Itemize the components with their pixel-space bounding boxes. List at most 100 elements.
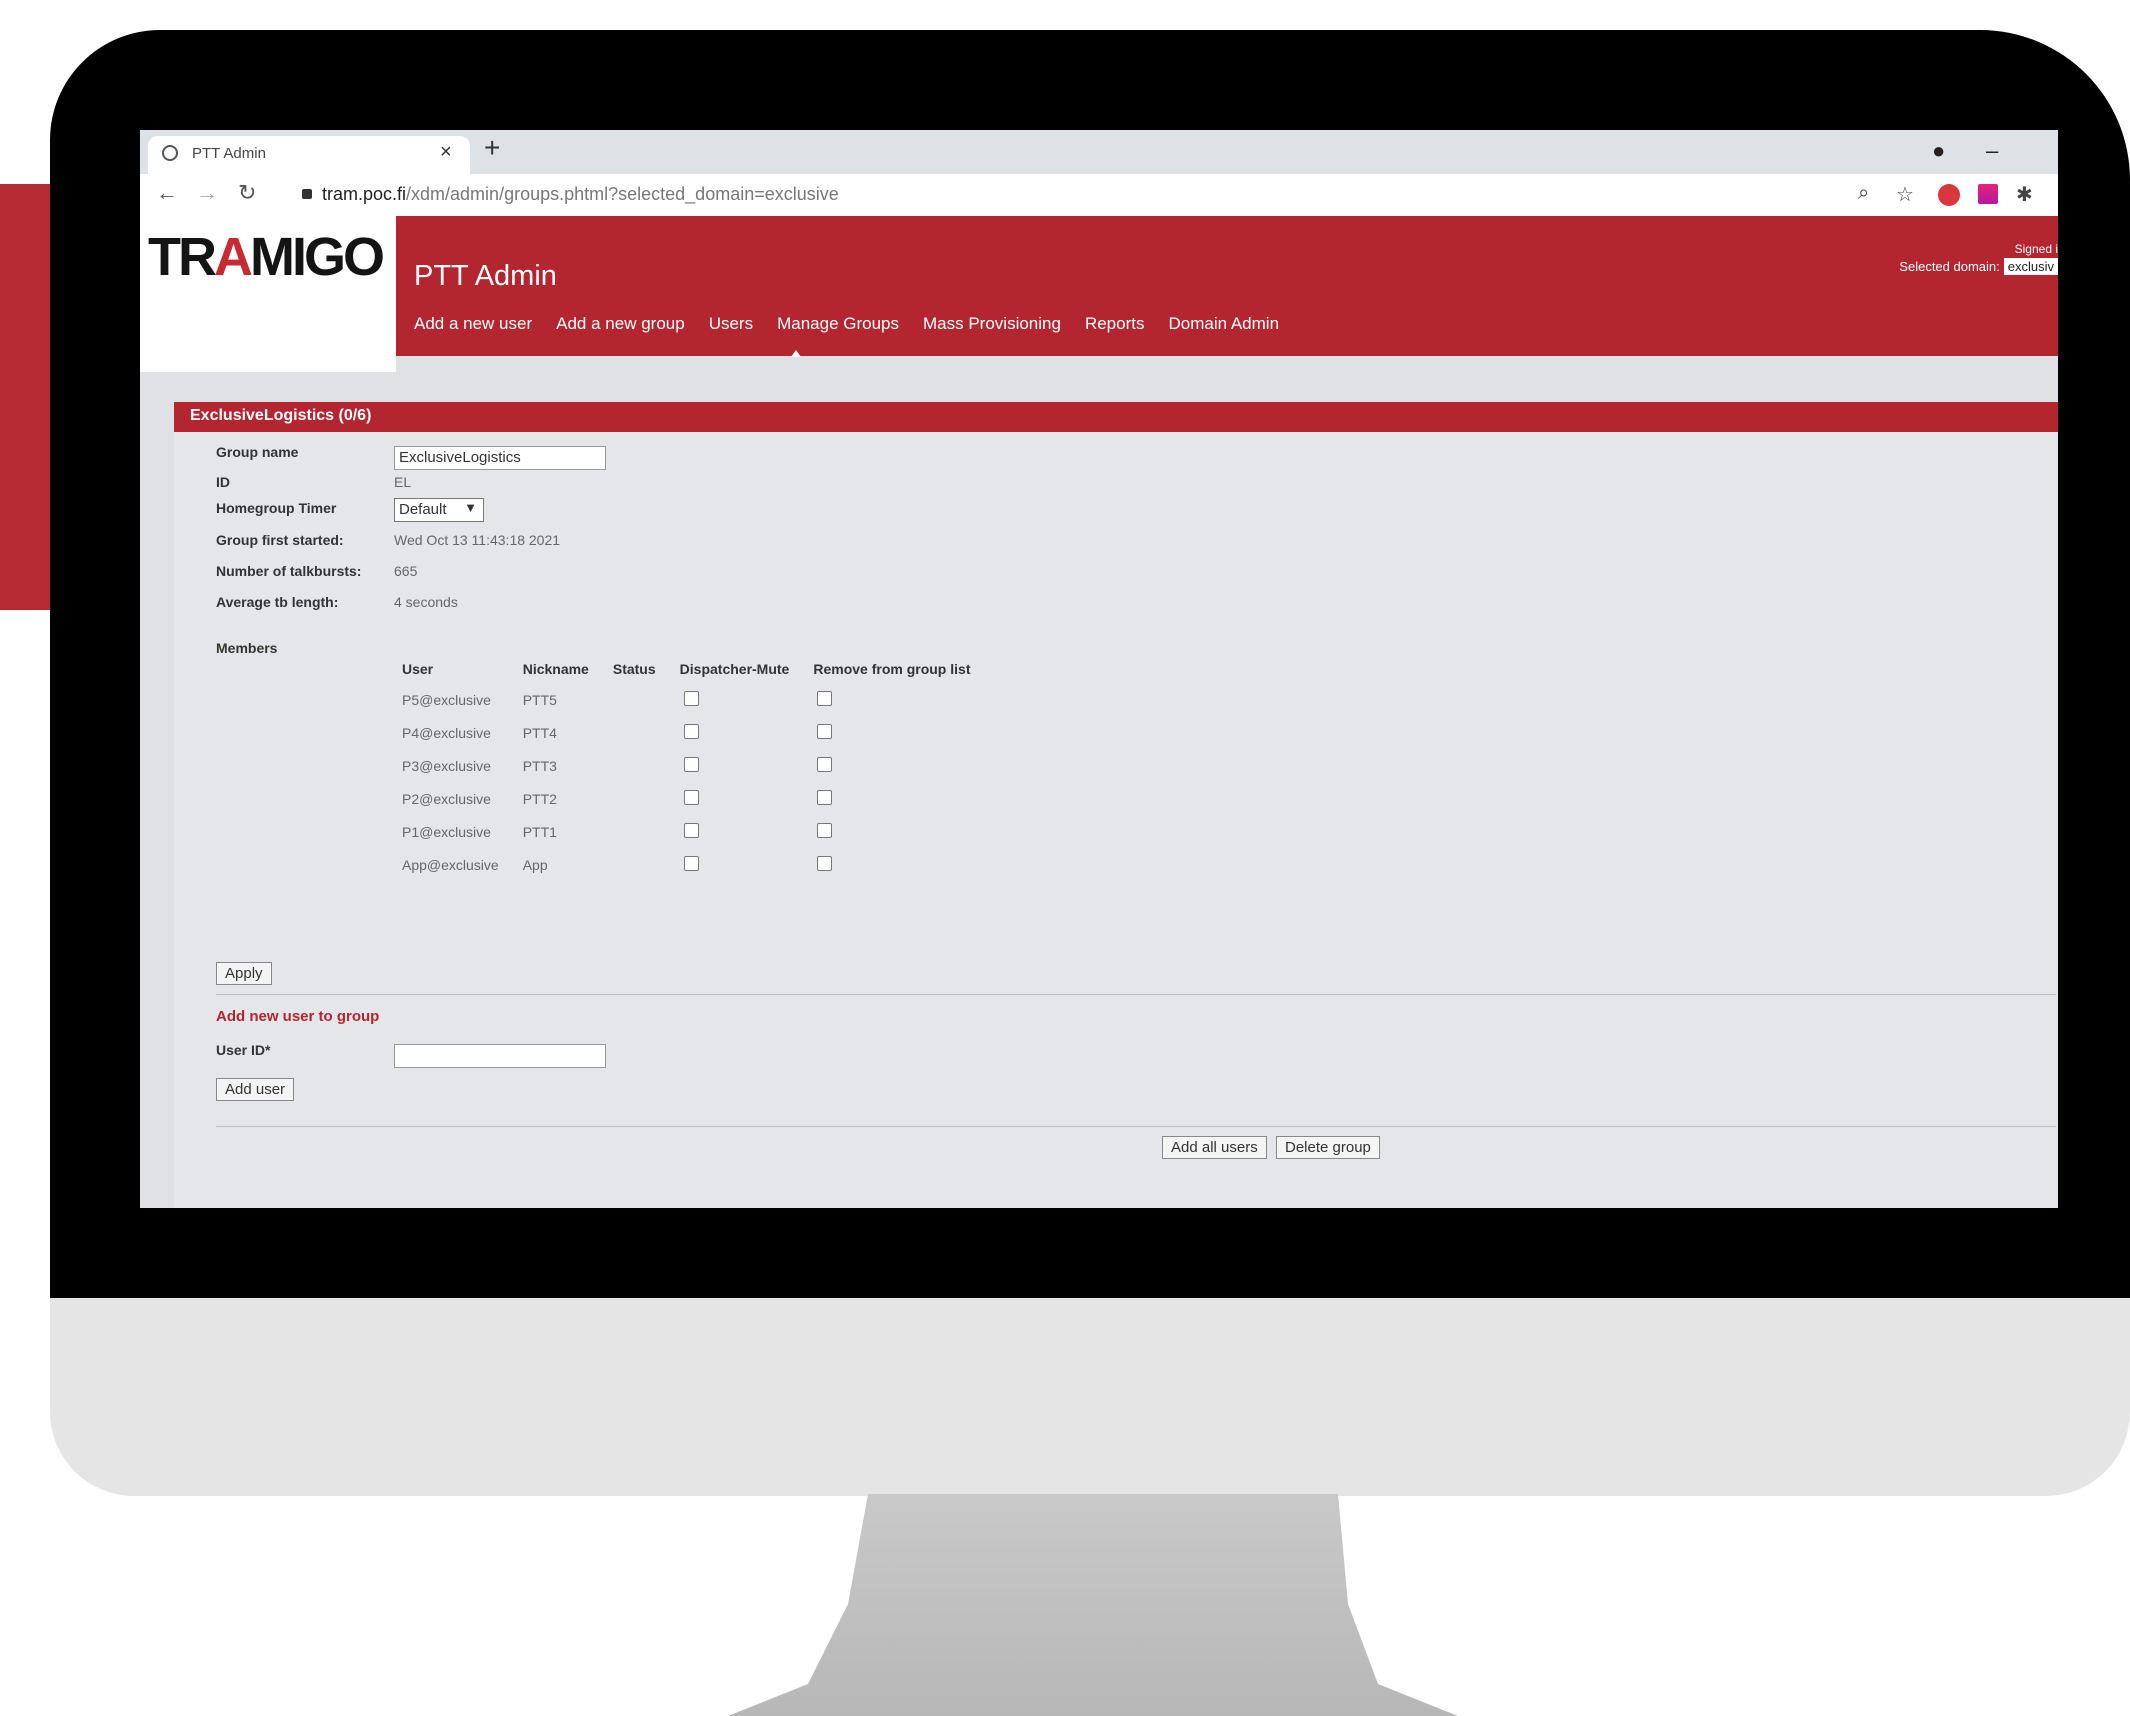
add-new-user-heading: Add new user to group <box>216 1008 380 1025</box>
member-nickname: PTT2 <box>522 790 557 807</box>
members-table: User Nickname Status Dispatcher-Mute Rem… <box>390 655 982 881</box>
member-status <box>601 749 668 782</box>
member-user: P1@exclusive <box>402 823 491 840</box>
member-status <box>601 782 668 815</box>
tab-title: PTT Admin <box>192 145 266 162</box>
app-title: PTT Admin <box>414 260 557 292</box>
member-nickname: PTT1 <box>522 823 557 840</box>
dispatcher-mute-checkbox[interactable] <box>683 789 699 805</box>
divider <box>216 994 2056 995</box>
dispatcher-mute-checkbox[interactable] <box>683 756 699 772</box>
member-nickname: PTT5 <box>522 691 557 708</box>
id-value: EL <box>394 474 412 490</box>
dispatcher-mute-checkbox[interactable] <box>683 723 699 739</box>
zoom-icon[interactable]: ⌕ <box>1858 182 1869 205</box>
browser-toolbar: ← → ↻ tram.poc.fi/xdm/admin/groups.phtml… <box>140 174 2058 216</box>
col-user: User <box>402 661 434 677</box>
member-user: P2@exclusive <box>402 790 491 807</box>
extension-icon[interactable] <box>1978 184 1998 204</box>
member-status <box>601 716 668 749</box>
member-nickname: App <box>522 856 548 873</box>
col-dispatcher-mute: Dispatcher-Mute <box>679 661 790 677</box>
forward-arrow-icon[interactable]: → <box>196 180 218 206</box>
tramigo-logo: TRAMIGO <box>148 227 385 287</box>
group-first-started-value: Wed Oct 13 11:43:18 2021 <box>394 532 561 548</box>
star-icon[interactable]: ☆ <box>1896 182 1914 207</box>
main-menu: Add a new user Add a new group Users Manage… <box>414 314 1303 334</box>
web-page: TRAMIGO PTT Admin Add a new user Add a ne… <box>140 216 2058 1208</box>
browser-tab[interactable]: PTT Admin × <box>148 136 470 174</box>
dispatcher-mute-checkbox[interactable] <box>683 690 699 706</box>
group-first-started-label: Group first started: <box>216 532 344 548</box>
member-status <box>601 683 668 716</box>
adblock-extension-icon[interactable] <box>1938 184 1960 206</box>
group-panel: ExclusiveLogistics (0/6) Group name Excl… <box>174 402 2058 1208</box>
apply-button[interactable]: Apply <box>216 962 272 985</box>
monitor-stand <box>728 1494 1458 1716</box>
active-menu-caret-icon <box>791 350 801 357</box>
site-header: PTT Admin Add a new user Add a new group U… <box>396 216 2058 357</box>
table-row: P5@exclusive PTT5 <box>390 683 982 716</box>
minimize-icon[interactable]: – <box>1986 138 1998 164</box>
signed-in-text: Signed i <box>2014 242 2058 256</box>
menu-reports[interactable]: Reports <box>1085 314 1145 333</box>
homegroup-timer-label: Homegroup Timer <box>216 500 337 516</box>
talkbursts-value: 665 <box>394 563 418 579</box>
selected-domain-select[interactable]: exclusiv <box>2003 258 2058 275</box>
new-tab-icon[interactable]: + <box>484 134 500 162</box>
member-status <box>601 848 668 881</box>
delete-group-button[interactable]: Delete group <box>1276 1136 1380 1159</box>
dispatcher-mute-checkbox[interactable] <box>683 855 699 871</box>
member-nickname: PTT4 <box>522 724 557 741</box>
lock-icon <box>302 189 312 199</box>
group-name-input[interactable]: ExclusiveLogistics <box>394 446 606 470</box>
col-remove-from-group: Remove from group list <box>813 661 971 677</box>
homegroup-timer-select[interactable]: Default ▼ <box>394 498 484 522</box>
add-user-button[interactable]: Add user <box>216 1078 295 1101</box>
table-row: App@exclusive App <box>390 848 982 881</box>
table-row: P3@exclusive PTT3 <box>390 749 982 782</box>
remove-from-group-checkbox[interactable] <box>817 690 833 706</box>
avg-tb-length-value: 4 seconds <box>394 594 458 610</box>
group-section-bar: ExclusiveLogistics (0/6) <box>174 402 2058 432</box>
address-bar[interactable]: tram.poc.fi/xdm/admin/groups.phtml?selec… <box>322 184 839 205</box>
menu-add-new-group[interactable]: Add a new group <box>556 314 685 333</box>
member-user: P4@exclusive <box>402 724 491 741</box>
back-arrow-icon[interactable]: ← <box>156 180 178 206</box>
user-id-input[interactable] <box>394 1044 606 1068</box>
remove-from-group-checkbox[interactable] <box>817 789 833 805</box>
url-host: tram.poc.fi <box>322 184 407 204</box>
remove-from-group-checkbox[interactable] <box>817 756 833 772</box>
remove-from-group-checkbox[interactable] <box>817 822 833 838</box>
menu-users[interactable]: Users <box>709 314 753 333</box>
id-label: ID <box>216 474 230 490</box>
profile-circle-icon[interactable]: ● <box>1932 138 1945 164</box>
puzzle-extensions-icon[interactable]: ✱ <box>2016 182 2033 207</box>
member-user: P5@exclusive <box>402 691 491 708</box>
user-id-label: User ID* <box>216 1042 271 1058</box>
menu-mass-provisioning[interactable]: Mass Provisioning <box>923 314 1061 333</box>
menu-domain-admin[interactable]: Domain Admin <box>1168 314 1279 333</box>
add-all-users-button[interactable]: Add all users <box>1162 1136 1267 1159</box>
homegroup-timer-value: Default <box>399 501 447 518</box>
remove-from-group-checkbox[interactable] <box>817 723 833 739</box>
monitor-chin <box>50 1298 2130 1496</box>
close-tab-icon[interactable]: × <box>440 141 452 164</box>
browser-tab-strip: PTT Admin × + ● – <box>140 130 2058 174</box>
remove-from-group-checkbox[interactable] <box>817 855 833 871</box>
member-user: App@exclusive <box>402 856 499 873</box>
member-status <box>601 815 668 848</box>
avg-tb-length-label: Average tb length: <box>216 594 339 610</box>
logo-area: TRAMIGO <box>140 216 396 372</box>
menu-add-new-user[interactable]: Add a new user <box>414 314 532 333</box>
table-row: P1@exclusive PTT1 <box>390 815 982 848</box>
group-name-label: Group name <box>216 444 299 460</box>
reload-icon[interactable]: ↻ <box>238 180 256 206</box>
chevron-down-icon: ▼ <box>464 500 477 515</box>
url-path: /xdm/admin/groups.phtml?selected_domain=… <box>406 184 839 204</box>
menu-manage-groups[interactable]: Manage Groups <box>777 314 899 333</box>
dispatcher-mute-checkbox[interactable] <box>683 822 699 838</box>
members-header-row: User Nickname Status Dispatcher-Mute Rem… <box>390 655 982 683</box>
globe-icon <box>162 145 178 161</box>
table-row: P2@exclusive PTT2 <box>390 782 982 815</box>
